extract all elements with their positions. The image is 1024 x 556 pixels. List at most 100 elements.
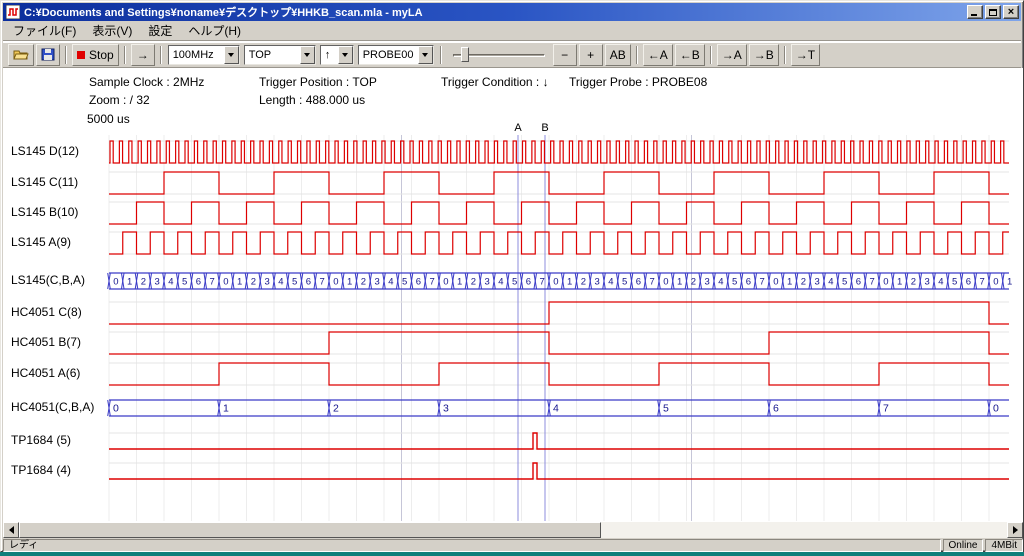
close-icon: ×	[1008, 7, 1014, 18]
svg-text:1: 1	[677, 277, 682, 288]
svg-text:2: 2	[251, 277, 256, 288]
sample-clock-value: 100MHz	[169, 46, 224, 64]
toolbar-separator	[784, 46, 786, 64]
zoom-info: Zoom : / 32	[89, 93, 150, 107]
svg-text:4: 4	[168, 277, 173, 288]
svg-text:6: 6	[526, 277, 531, 288]
scroll-left-button[interactable]	[3, 522, 19, 538]
svg-text:5: 5	[402, 277, 407, 288]
trigger-edge-combo[interactable]: ↑	[320, 45, 354, 65]
svg-text:1: 1	[897, 277, 902, 288]
toolbar-button-minus[interactable]: −	[553, 44, 577, 66]
trigger-position-combo[interactable]: TOP	[244, 45, 316, 65]
svg-text:0: 0	[993, 277, 998, 288]
channel-wave	[109, 463, 1009, 479]
toolbar-button-ab[interactable]: AB	[605, 44, 631, 66]
channel-wave	[109, 302, 1009, 324]
svg-text:4: 4	[388, 277, 393, 288]
svg-text:3: 3	[443, 403, 449, 415]
svg-text:0: 0	[113, 277, 118, 288]
menu-item[interactable]: ヘルプ(H)	[180, 20, 249, 41]
svg-text:5: 5	[732, 277, 737, 288]
svg-text:3: 3	[924, 277, 929, 288]
minimize-button[interactable]	[967, 5, 983, 19]
svg-text:4: 4	[608, 277, 613, 288]
svg-text:7: 7	[759, 277, 764, 288]
trigger-probe-combo[interactable]: PROBE00	[358, 45, 434, 65]
svg-text:1: 1	[457, 277, 462, 288]
svg-text:4: 4	[938, 277, 943, 288]
svg-text:3: 3	[374, 277, 379, 288]
sample-clock-combo[interactable]: 100MHz	[168, 45, 240, 65]
svg-text:6: 6	[196, 277, 201, 288]
svg-text:5: 5	[292, 277, 297, 288]
run-button[interactable]: →	[131, 44, 155, 66]
save-button[interactable]	[36, 44, 60, 66]
svg-text:0: 0	[443, 277, 448, 288]
svg-text:6: 6	[306, 277, 311, 288]
close-button[interactable]: ×	[1003, 5, 1019, 19]
grid	[109, 135, 1009, 521]
waveform-plot: 0123456701234567012345670123456701234567…	[3, 119, 1023, 522]
toolbar-button-right-t[interactable]: →T	[791, 44, 820, 66]
toolbar-button-right-b[interactable]: →B	[749, 44, 779, 66]
maximize-button[interactable]	[985, 5, 1001, 19]
triangle-left-icon	[9, 526, 14, 534]
svg-text:4: 4	[278, 277, 283, 288]
toolbar-button-right-a[interactable]: →A	[717, 44, 747, 66]
toolbar-separator	[124, 46, 126, 64]
dropdown-button[interactable]	[338, 46, 353, 64]
svg-text:5: 5	[663, 403, 669, 415]
dropdown-button[interactable]	[300, 46, 315, 64]
svg-text:0: 0	[663, 277, 668, 288]
slider-thumb[interactable]	[461, 47, 469, 62]
trigger-condition-info: Trigger Condition : ↓	[441, 75, 549, 89]
title-bar[interactable]: C:¥Documents and Settings¥noname¥デスクトップ¥…	[3, 3, 1021, 21]
svg-text:0: 0	[773, 277, 778, 288]
channel-wave	[109, 141, 1009, 163]
scroll-right-button[interactable]	[1007, 522, 1023, 538]
app-window: C:¥Documents and Settings¥noname¥デスクトップ¥…	[0, 0, 1024, 552]
menu-item[interactable]: 表示(V)	[84, 20, 140, 41]
scrollbar-thumb[interactable]	[19, 522, 601, 538]
svg-text:7: 7	[649, 277, 654, 288]
svg-text:1: 1	[237, 277, 242, 288]
marker-a-label: A	[514, 122, 522, 134]
toolbar-button-left-a[interactable]: ←A	[643, 44, 673, 66]
svg-text:6: 6	[636, 277, 641, 288]
horizontal-scrollbar[interactable]	[3, 522, 1023, 538]
svg-text:1: 1	[347, 277, 352, 288]
toolbar-separator	[65, 46, 67, 64]
dropdown-button[interactable]	[418, 46, 433, 64]
channel-wave	[109, 433, 1009, 449]
svg-text:0: 0	[993, 403, 999, 415]
svg-text:3: 3	[594, 277, 599, 288]
toolbar-separator	[636, 46, 638, 64]
menu-item[interactable]: 設定	[140, 20, 180, 41]
svg-text:7: 7	[883, 403, 889, 415]
chevron-down-icon	[342, 53, 348, 57]
status-message: レディ	[3, 539, 941, 552]
svg-text:5: 5	[512, 277, 517, 288]
run-arrow-icon: →	[137, 48, 149, 62]
svg-text:2: 2	[801, 277, 806, 288]
zoom-slider[interactable]	[451, 45, 547, 65]
triangle-right-icon	[1013, 526, 1018, 534]
menu-item[interactable]: ファイル(F)	[5, 20, 84, 41]
svg-text:7: 7	[539, 277, 544, 288]
minimize-icon	[971, 14, 977, 16]
toolbar-button-left-b[interactable]: ←B	[675, 44, 705, 66]
dropdown-button[interactable]	[224, 46, 239, 64]
marker-b-label: B	[541, 122, 548, 134]
svg-text:0: 0	[553, 277, 558, 288]
svg-text:0: 0	[113, 403, 119, 415]
svg-text:0: 0	[883, 277, 888, 288]
svg-text:4: 4	[553, 403, 559, 415]
open-button[interactable]	[8, 44, 34, 66]
svg-text:2: 2	[691, 277, 696, 288]
svg-text:6: 6	[966, 277, 971, 288]
status-online: Online	[943, 539, 984, 552]
stop-button[interactable]: Stop	[72, 44, 119, 66]
trigger-position-value: TOP	[245, 46, 300, 64]
toolbar-button-plus[interactable]: +	[579, 44, 603, 66]
